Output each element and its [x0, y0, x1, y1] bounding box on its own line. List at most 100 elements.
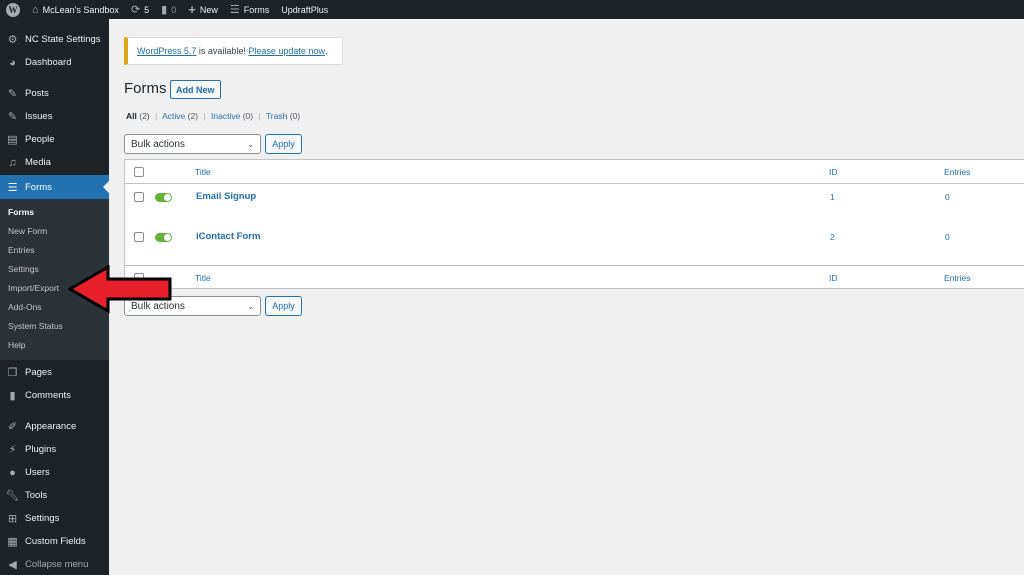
sidebar-item-label: Comments [25, 390, 71, 401]
updates-count: 5 [144, 4, 150, 15]
wordpress-version-link[interactable]: WordPress 5.7 [137, 46, 196, 56]
sidebar-item-plugins[interactable]: ⚡ Plugins [0, 438, 109, 461]
filter-all[interactable]: All (2) [126, 111, 150, 121]
table-footer: Title ID Entries [125, 265, 1024, 289]
wp-logo-menu[interactable]: W [0, 0, 26, 19]
updates-icon: ⟳ [130, 4, 141, 16]
submenu-help[interactable]: Help [8, 340, 25, 350]
home-icon: ⌂ [32, 3, 39, 16]
admin-bar: W ⌂ McLean's Sandbox ⟳ 5 ▮ 0 + New ☰ For… [0, 0, 1024, 19]
pages-icon: ❐ [7, 367, 18, 379]
wrench-icon: 🔧︎ [5, 490, 20, 502]
sidebar-item-settings[interactable]: ⊞ Settings [0, 507, 109, 530]
apply-button-bottom[interactable]: Apply [265, 296, 302, 316]
submenu-entries[interactable]: Entries [8, 245, 34, 255]
comment-icon: ▮ [9, 390, 16, 402]
sidebar-item-label: Posts [25, 88, 49, 99]
submenu-system-status[interactable]: System Status [8, 321, 63, 331]
column-id[interactable]: ID [829, 167, 838, 177]
column-entries[interactable]: Entries [944, 167, 970, 177]
brush-icon: ✐ [7, 421, 18, 433]
pin-icon: ✎ [7, 111, 18, 123]
column-id-footer[interactable]: ID [829, 273, 838, 283]
column-entries-footer[interactable]: Entries [944, 273, 970, 283]
updraftplus-label: UpdraftPlus [281, 4, 329, 15]
form-title-link[interactable]: Email Signup [196, 191, 256, 202]
sidebar-item-pages[interactable]: ❐ Pages [0, 361, 109, 384]
filter-trash[interactable]: Trash (0) [266, 111, 300, 121]
bulk-actions-select-top[interactable]: Bulk actions ⌄ [124, 134, 261, 154]
row-checkbox[interactable] [134, 192, 144, 202]
notice-end: . [324, 46, 328, 56]
collapse-menu-button[interactable]: ◀ Collapse menu [0, 553, 109, 575]
add-new-button[interactable]: Add New [170, 80, 221, 99]
submenu-add-ons[interactable]: Add-Ons [8, 302, 42, 312]
table-header: Title ID Entries [125, 160, 1024, 184]
sidebar-item-people[interactable]: ▤ People [0, 128, 109, 151]
row-checkbox[interactable] [134, 232, 144, 242]
comments-menu[interactable]: ▮ 0 [155, 0, 182, 19]
sidebar-item-label: Plugins [25, 444, 57, 455]
update-now-link[interactable]: Please update now [248, 46, 325, 56]
sidebar-item-posts[interactable]: ✎ Posts [0, 82, 109, 105]
form-entries-link[interactable]: 0 [945, 232, 950, 242]
id-card-icon: ▤ [7, 134, 18, 146]
filter-active[interactable]: Active (2) [162, 111, 198, 121]
page-title: Forms [124, 80, 167, 97]
select-all-checkbox[interactable] [134, 167, 144, 177]
sidebar-item-label: Media [25, 157, 51, 168]
updraftplus-menu[interactable]: UpdraftPlus [275, 0, 334, 19]
comment-icon: ▮ [161, 4, 168, 16]
sidebar-item-custom-fields[interactable]: ▦ Custom Fields [0, 530, 109, 553]
submenu-settings[interactable]: Settings [8, 264, 39, 274]
apply-button-top[interactable]: Apply [265, 134, 302, 154]
forms-label: Forms [243, 4, 270, 15]
sidebar-item-label: Forms [25, 181, 52, 193]
chevron-down-icon: ⌄ [247, 139, 254, 149]
form-id: 1 [830, 192, 835, 202]
form-title-link[interactable]: iContact Form [196, 231, 260, 242]
forms-icon: ☰ [229, 4, 240, 16]
pin-icon: ✎ [7, 88, 18, 100]
submenu-forms[interactable]: Forms [8, 207, 34, 217]
active-toggle[interactable] [155, 233, 172, 242]
column-title[interactable]: Title [195, 167, 211, 177]
site-name: McLean's Sandbox [42, 4, 119, 15]
chevron-down-icon: ⌄ [247, 301, 254, 311]
forms-menu[interactable]: ☰ Forms [224, 0, 275, 19]
table-icon: ▦ [7, 536, 18, 548]
comments-count: 0 [171, 4, 177, 15]
sidebar-item-label: Appearance [25, 421, 77, 432]
sidebar-item-comments[interactable]: ▮ Comments [0, 384, 109, 407]
sidebar-item-users[interactable]: ● Users [0, 461, 109, 484]
site-name-menu[interactable]: ⌂ McLean's Sandbox [26, 0, 125, 19]
filter-inactive[interactable]: Inactive (0) [211, 111, 253, 121]
forms-table: Title ID Entries Email Signup 1 0 iConta… [124, 159, 1024, 289]
sidebar-item-media[interactable]: ♫ Media [0, 151, 109, 174]
sidebar-item-appearance[interactable]: ✐ Appearance [0, 415, 109, 438]
column-title-footer[interactable]: Title [195, 273, 211, 283]
status-filter-links: All (2) | Active (2) | Inactive (0) | Tr… [126, 111, 301, 121]
annotation-arrow-icon [68, 265, 172, 314]
sidebar-item-forms[interactable]: ☰ Forms [0, 175, 109, 199]
new-content-menu[interactable]: + New [182, 0, 224, 19]
submenu-import-export[interactable]: Import/Export [8, 283, 59, 293]
sidebar-item-dashboard[interactable]: ◕ Dashboard [0, 51, 109, 74]
sidebar-item-issues[interactable]: ✎ Issues [0, 105, 109, 128]
user-icon: ● [9, 466, 16, 479]
sidebar-item-label: NC State Settings [25, 34, 101, 45]
sidebar-item-nc-state-settings[interactable]: ⚙ NC State Settings [0, 28, 109, 51]
submenu-new-form[interactable]: New Form [8, 226, 47, 236]
sidebar-item-label: Pages [25, 367, 52, 378]
active-toggle[interactable] [155, 193, 172, 202]
form-entries-link[interactable]: 0 [945, 192, 950, 202]
forms-icon: ☰ [7, 181, 18, 194]
updates-menu[interactable]: ⟳ 5 [125, 0, 155, 19]
sidebar-item-label: Custom Fields [25, 536, 86, 547]
plus-icon: + [188, 2, 196, 17]
sidebar-item-tools[interactable]: 🔧︎ Tools [0, 484, 109, 507]
wordpress-logo-icon: W [6, 2, 20, 17]
table-row: Email Signup 1 0 [125, 184, 1024, 224]
sidebar-item-label: Collapse menu [25, 559, 89, 570]
sidebar-item-label: Dashboard [25, 57, 72, 68]
